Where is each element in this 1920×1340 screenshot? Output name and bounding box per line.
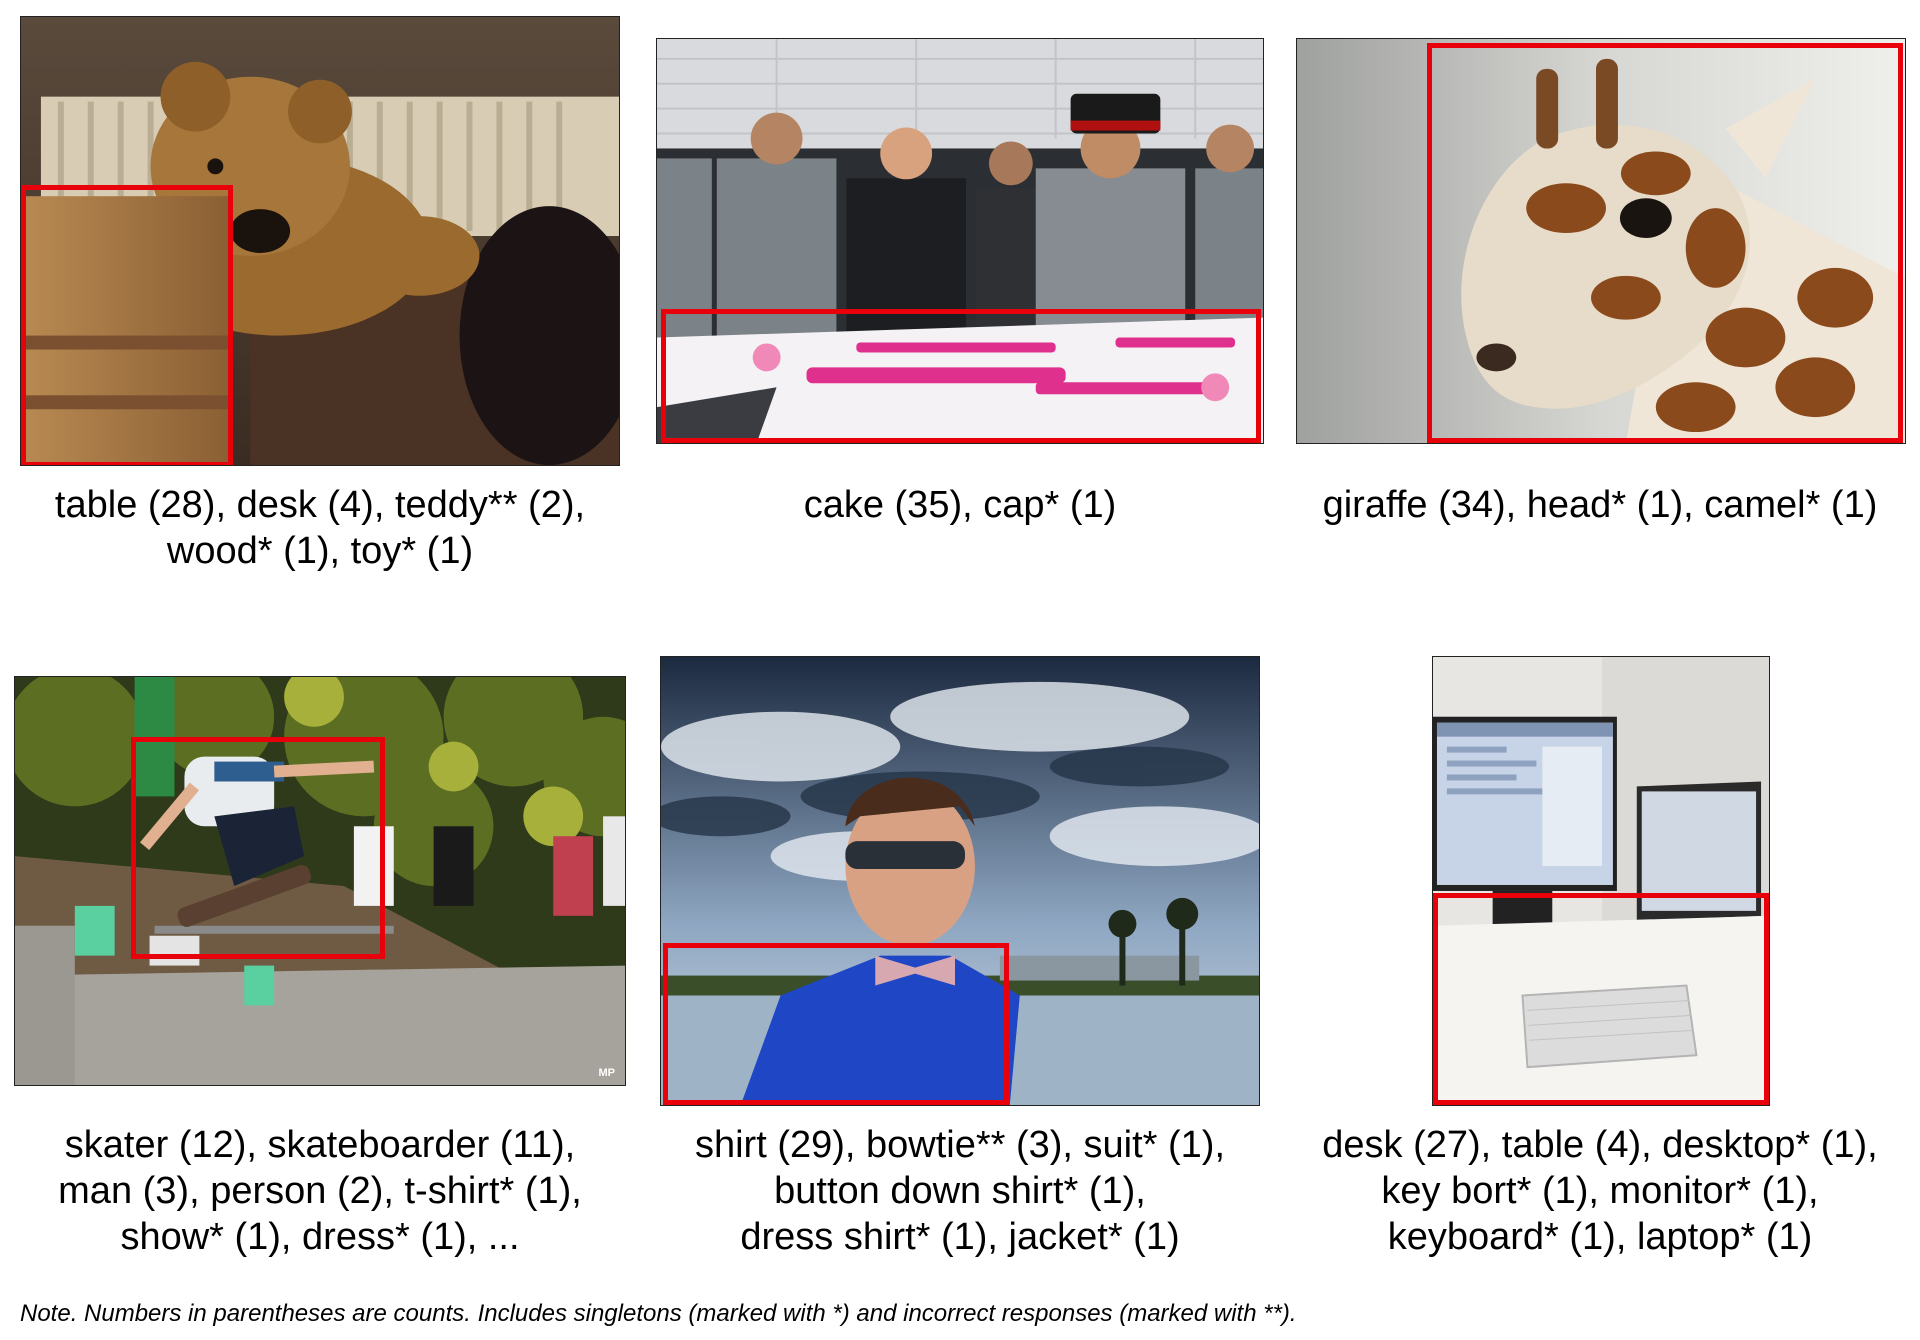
panel-image-skater: MP	[14, 676, 626, 1086]
bounding-box	[131, 737, 385, 959]
panel-image-cake	[656, 38, 1264, 444]
watermark: MP	[598, 1067, 616, 1079]
caption-line: show* (1), dress* (1), ...	[120, 1216, 520, 1258]
panel-image-giraffe	[1296, 38, 1906, 444]
caption-skater: skater (12), skateboarder (11), man (3),…	[0, 1122, 640, 1260]
caption-teddy: table (28), desk (4), teddy** (2), wood*…	[0, 482, 640, 574]
figure-note: Note. Numbers in parentheses are counts.…	[20, 1300, 1297, 1327]
caption-line: keyboard* (1), laptop* (1)	[1387, 1216, 1813, 1258]
bounding-box	[661, 309, 1261, 443]
caption-line: skater (12), skateboarder (11),	[64, 1124, 576, 1166]
panel-image-teddy	[20, 16, 620, 466]
caption-giraffe: giraffe (34), head* (1), camel* (1)	[1280, 482, 1920, 528]
caption-line: giraffe (34), head* (1), camel* (1)	[1322, 484, 1878, 526]
bounding-box	[1427, 43, 1903, 443]
caption-line: button down shirt* (1),	[774, 1170, 1146, 1212]
caption-line: key bort* (1), monitor* (1),	[1381, 1170, 1819, 1212]
bounding-box	[21, 185, 233, 465]
caption-desk: desk (27), table (4), desktop* (1), key …	[1280, 1122, 1920, 1260]
caption-line: man (3), person (2), t-shirt* (1),	[58, 1170, 582, 1212]
caption-line: shirt (29), bowtie** (3), suit* (1),	[694, 1124, 1226, 1166]
caption-cake: cake (35), cap* (1)	[640, 482, 1280, 528]
caption-line: cake (35), cap* (1)	[803, 484, 1117, 526]
bounding-box	[663, 943, 1009, 1105]
panel-image-shirt	[660, 656, 1260, 1106]
caption-line: table (28), desk (4), teddy** (2),	[54, 484, 586, 526]
caption-line: wood* (1), toy* (1)	[166, 530, 474, 572]
panel-image-desk	[1432, 656, 1770, 1106]
caption-shirt: shirt (29), bowtie** (3), suit* (1), but…	[640, 1122, 1280, 1260]
caption-line: desk (27), table (4), desktop* (1),	[1322, 1124, 1878, 1166]
caption-line: dress shirt* (1), jacket* (1)	[740, 1216, 1180, 1258]
bounding-box	[1433, 893, 1769, 1105]
